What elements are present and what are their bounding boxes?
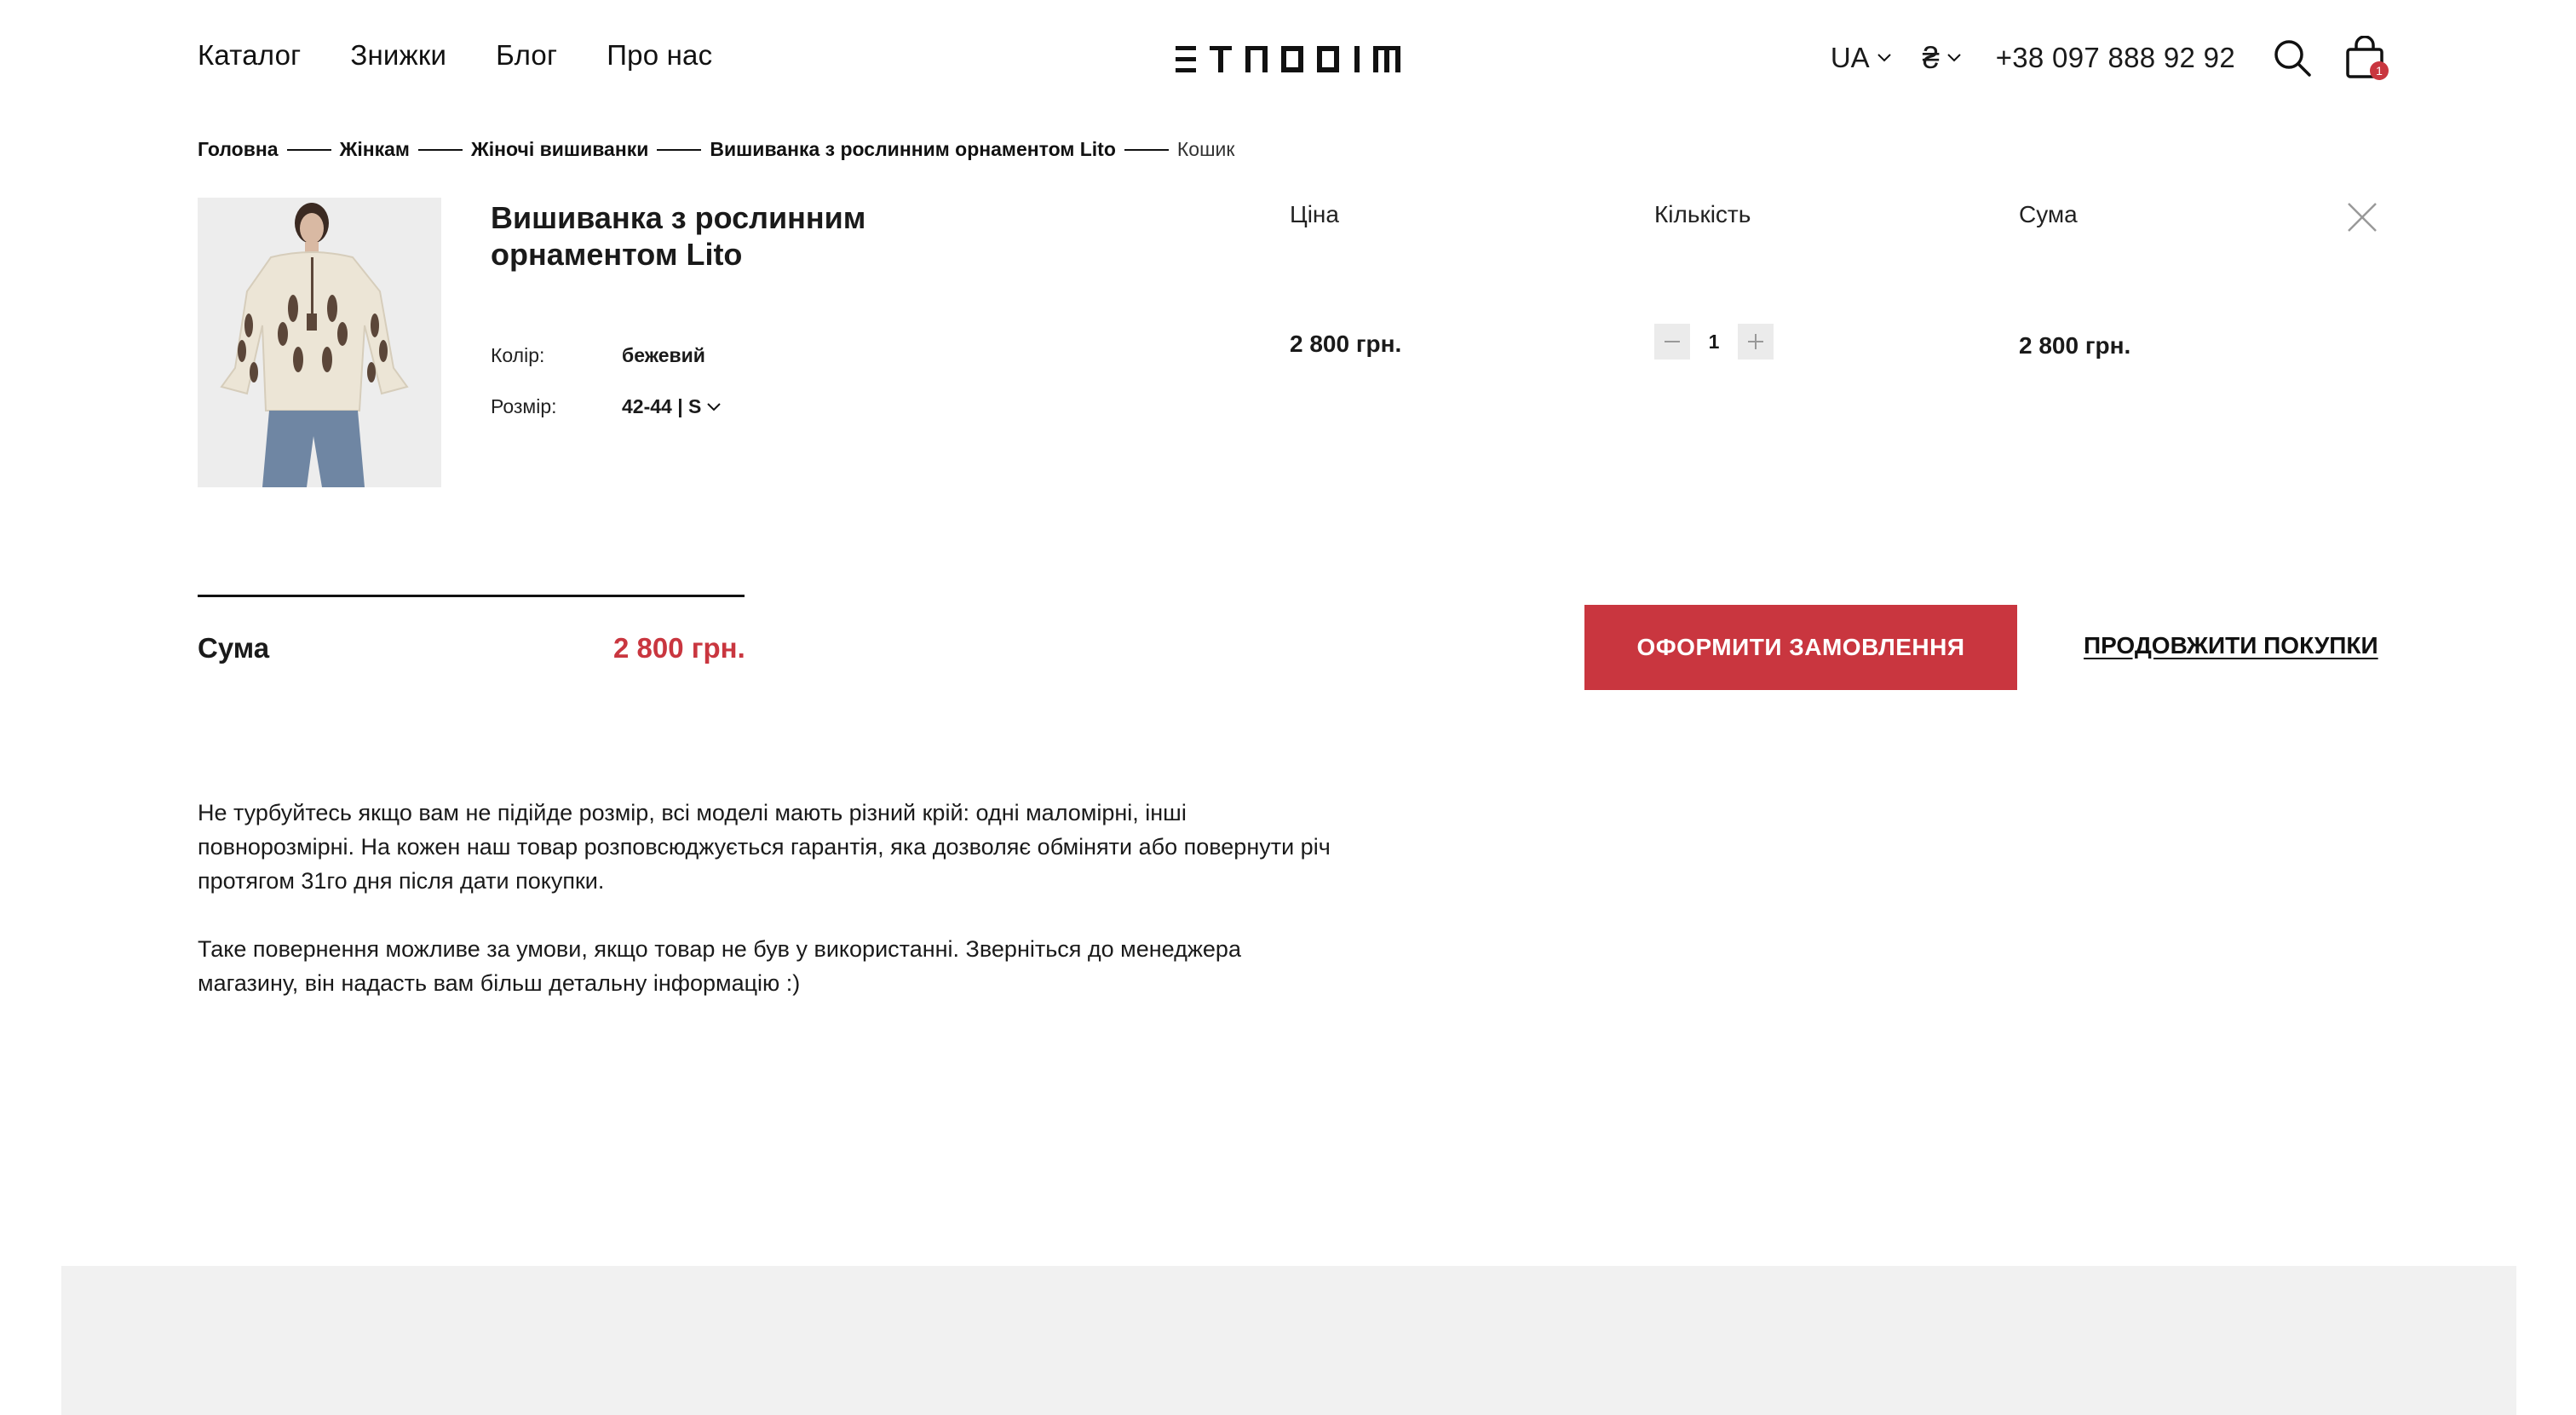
size-select[interactable]: 42-44 | S (622, 395, 722, 418)
price-column-header: Ціна (1290, 201, 1339, 227)
breadcrumb-women-vyshyvanky[interactable]: Жіночі вишиванки (471, 138, 648, 161)
info-paragraph: Не турбуйтесь якщо вам не підійде розмір… (198, 800, 1331, 894)
site-logo[interactable] (1176, 43, 1402, 77)
quantity-stepper: 1 (1654, 324, 1774, 360)
quantity-value[interactable]: 1 (1690, 331, 1738, 354)
chevron-down-icon (707, 402, 722, 411)
item-sum: 2 800 грн. (2019, 332, 2131, 359)
footer (61, 1266, 2516, 1415)
search-icon[interactable] (2273, 38, 2312, 78)
product-photo (198, 198, 441, 487)
decrease-quantity-button[interactable] (1654, 324, 1690, 360)
return-policy-info: Не турбуйтесь якщо вам не підійде розмір… (198, 796, 1339, 1000)
size-value: 42-44 | S (622, 395, 702, 417)
breadcrumb-women[interactable]: Жінкам (340, 138, 410, 161)
total-value: 2 800 грн. (613, 632, 745, 664)
phone-number[interactable]: +38 097 888 92 92 (1996, 42, 2235, 74)
total-divider (198, 595, 745, 597)
breadcrumb-home[interactable]: Головна (198, 138, 279, 161)
size-label: Розмір: (491, 395, 557, 417)
breadcrumb-separator (1124, 148, 1169, 151)
nav-discounts[interactable]: Знижки (350, 39, 446, 72)
language-select[interactable]: UA (1831, 42, 1892, 74)
main-nav: Каталог Знижки Блог Про нас (198, 39, 712, 72)
language-label: UA (1830, 42, 1870, 73)
breadcrumb-product[interactable]: Вишиванка з рослинним орнаментом Lito (710, 138, 1116, 161)
color-label: Колір: (491, 344, 545, 366)
nav-about[interactable]: Про нас (607, 39, 712, 72)
continue-shopping-link[interactable]: ПРОДОВЖИТИ ПОКУПКИ (2084, 632, 2378, 659)
product-image[interactable] (198, 198, 441, 487)
chevron-down-icon (1946, 54, 1961, 62)
breadcrumb-separator (417, 148, 463, 151)
minus-icon (1665, 341, 1680, 342)
color-value: бежевий (622, 344, 705, 366)
breadcrumb: Головна Жінкам Жіночі вишиванки Вишиванк… (198, 138, 1234, 161)
plus-icon (1748, 334, 1763, 349)
header-actions: UA ₴ +38 097 888 92 92 1 (1831, 34, 2389, 82)
product-title[interactable]: Вишиванка з рослинним орнаментом Lito (491, 199, 934, 273)
increase-quantity-button[interactable] (1738, 324, 1774, 360)
breadcrumb-separator (286, 148, 331, 151)
quantity-column-header: Кількість (1654, 201, 1751, 227)
chevron-down-icon (1877, 54, 1891, 62)
cart-button[interactable]: 1 (2344, 35, 2389, 80)
checkout-button[interactable]: ОФОРМИТИ ЗАМОВЛЕННЯ (1584, 605, 2017, 690)
nav-blog[interactable]: Блог (496, 39, 557, 72)
cart-count-badge: 1 (2370, 61, 2389, 80)
site-header: Каталог Знижки Блог Про нас UA ₴ +38 097… (0, 0, 2576, 119)
breadcrumb-separator (657, 148, 702, 151)
currency-select[interactable]: ₴ (1923, 40, 1962, 76)
breadcrumb-current: Кошик (1176, 138, 1235, 160)
total-label: Сума (198, 632, 270, 664)
item-price: 2 800 грн. (1290, 331, 1402, 357)
product-size-row: Розмір: 42-44 | S (491, 395, 722, 418)
nav-catalog[interactable]: Каталог (198, 39, 301, 72)
product-color-row: Колір: бежевий (491, 344, 705, 367)
sum-column-header: Сума (2019, 201, 2078, 227)
info-paragraph: Таке повернення можливе за умови, якщо т… (198, 936, 1241, 996)
remove-item-icon[interactable] (2346, 201, 2378, 233)
hryvnia-icon: ₴ (1922, 40, 1940, 75)
